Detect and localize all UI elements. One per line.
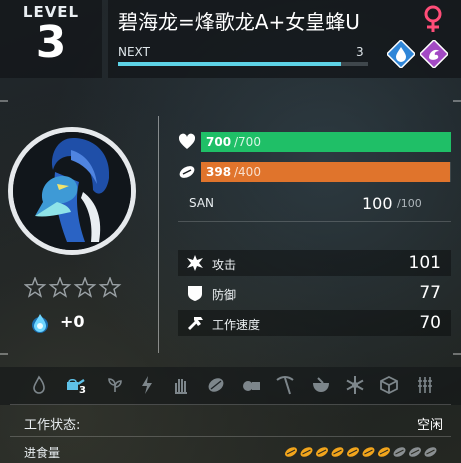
planting-icon[interactable]: [104, 374, 126, 396]
work-status-value: 空闲: [416, 418, 443, 433]
food-icon: [179, 166, 195, 178]
mining-icon[interactable]: [274, 374, 296, 396]
divider: [178, 221, 451, 222]
food-max: /400: [234, 165, 261, 179]
stat-label-attack: 攻击: [212, 258, 237, 272]
water-element-icon: [387, 40, 415, 68]
appetite-filled-icon: [285, 447, 297, 457]
rank-star: [73, 277, 97, 298]
medicine-icon[interactable]: [310, 374, 332, 396]
blue-dragon-pal-image: [13, 132, 131, 250]
hp-max: /700: [234, 135, 261, 149]
food-current: 398: [206, 165, 232, 179]
attack-icon: [187, 255, 203, 271]
frame-corner: [453, 100, 461, 102]
divider: [10, 404, 451, 405]
transporting-icon[interactable]: [378, 374, 400, 396]
appetite-filled-icon: [316, 447, 328, 457]
appetite-filled-icon: [378, 447, 390, 457]
gathering-icon[interactable]: [205, 374, 227, 396]
hp-current: 700: [206, 135, 232, 149]
pal-portrait: [13, 132, 131, 250]
exp-bar-fill: [118, 62, 341, 66]
appetite-empty-icon: [393, 447, 406, 457]
work-speed-icon: [188, 317, 203, 330]
frame-corner: [453, 353, 461, 355]
appetite-filled-icon: [362, 447, 375, 457]
heart-icon: [178, 133, 196, 149]
rank-star: [48, 277, 72, 298]
frame-corner: [0, 100, 8, 102]
appetite-meter: [285, 447, 437, 457]
level-value: 3: [35, 17, 67, 68]
stat-label-defense: 防御: [212, 288, 237, 302]
appetite-empty-icon: [409, 447, 421, 457]
pal-name[interactable]: 碧海龙=烽歌龙A+女皇蜂U: [118, 6, 360, 35]
rank-stars: [24, 277, 122, 298]
panel-divider: [158, 116, 159, 353]
san-max: /100: [397, 197, 422, 210]
female-icon: [424, 5, 442, 32]
next-value: 3: [356, 45, 364, 59]
rank-star: [24, 277, 47, 298]
stat-value-defense: 77: [419, 283, 441, 303]
rank-star: [98, 277, 122, 298]
soul-flame-icon: [32, 314, 48, 333]
lumbering-icon[interactable]: [240, 374, 262, 396]
cooling-icon[interactable]: [344, 374, 366, 396]
divider: [10, 436, 451, 437]
appetite-filled-icon: [331, 447, 344, 457]
appetite-empty-icon: [424, 447, 437, 457]
san-label: SAN: [189, 196, 215, 210]
appetite-filled-icon: [300, 447, 313, 457]
dragon-element-icon: [420, 40, 448, 68]
appetite-label: 进食量: [24, 446, 61, 460]
stat-value-attack: 101: [408, 253, 441, 273]
electricity-icon[interactable]: [136, 374, 158, 396]
exp-bar: [118, 62, 368, 66]
appetite-filled-icon: [347, 447, 359, 457]
kindling-icon[interactable]: [28, 374, 50, 396]
work-status-label: 工作状态:: [24, 418, 81, 433]
defense-icon: [188, 286, 202, 301]
watering-level: 3: [79, 385, 86, 396]
handiwork-icon[interactable]: [170, 374, 192, 396]
next-label: NEXT: [118, 45, 150, 59]
frame-corner: [0, 353, 8, 355]
farming-icon[interactable]: [414, 374, 436, 396]
san-current: 100: [362, 194, 393, 213]
stat-value-work-speed: 70: [419, 313, 441, 333]
stat-label-work-speed: 工作速度: [212, 318, 261, 332]
soul-bonus: +0: [60, 312, 85, 331]
